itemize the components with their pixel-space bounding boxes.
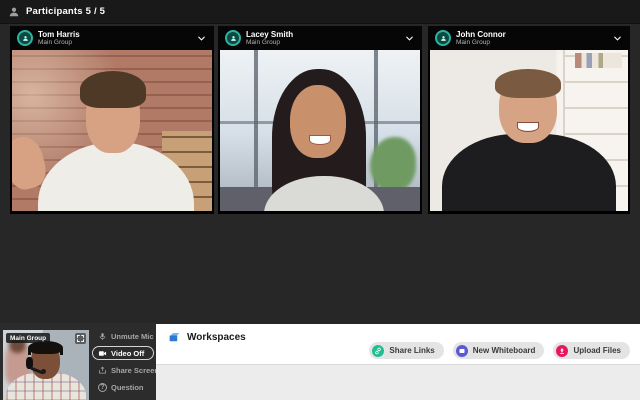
share-links-button[interactable]: Share Links: [369, 342, 443, 359]
self-panel: Main Group Unmute Mic: [0, 323, 156, 400]
unmute-mic-button[interactable]: Unmute Mic: [92, 329, 154, 343]
participant-tile-header: Tom Harris Main Group: [10, 26, 214, 50]
upload-icon: [556, 345, 568, 357]
bottom-bar: Main Group Unmute Mic: [0, 323, 640, 400]
upload-files-button[interactable]: Upload Files: [553, 342, 630, 359]
participant-video: [430, 50, 628, 211]
participants-icon: [8, 6, 20, 18]
question-icon: [98, 383, 107, 392]
mic-icon: [98, 332, 107, 341]
topbar: Participants 5 / 5: [0, 0, 640, 24]
workspaces-icon: [168, 331, 181, 344]
participant-group: Main Group: [456, 39, 506, 46]
control-label: Unmute Mic: [111, 332, 154, 341]
video-grid: Tom Harris Main Group Lacey Smith: [0, 24, 640, 323]
video-off-button[interactable]: Video Off: [92, 346, 154, 360]
participant-group: Main Group: [246, 39, 293, 46]
link-icon: [372, 345, 384, 357]
participant-video-feed: [430, 50, 628, 211]
workspaces-title: Workspaces: [168, 331, 246, 344]
control-label: Video Off: [111, 349, 144, 358]
participant-identity: John Connor Main Group: [456, 30, 506, 47]
participants-count: Participants 5 / 5: [26, 6, 105, 17]
button-label: Upload Files: [573, 346, 621, 355]
workspaces-header: Workspaces Share Links: [156, 324, 640, 365]
whiteboard-icon: [456, 345, 468, 357]
person-avatar-icon: [435, 30, 451, 46]
chevron-down-icon[interactable]: [404, 33, 415, 44]
workspaces-title-text: Workspaces: [187, 332, 246, 343]
person-avatar-icon: [225, 30, 241, 46]
participant-name: Tom Harris: [38, 30, 80, 39]
participant-tile: John Connor Main Group: [428, 26, 630, 214]
video-conference-app: Participants 5 / 5 Tom Harris Main Group: [0, 0, 640, 400]
participant-video: [12, 50, 212, 211]
button-label: New Whiteboard: [473, 346, 536, 355]
button-label: Share Links: [389, 346, 434, 355]
chevron-down-icon[interactable]: [612, 33, 623, 44]
expand-icon[interactable]: [75, 333, 86, 344]
participant-name: Lacey Smith: [246, 30, 293, 39]
participant-name: John Connor: [456, 30, 506, 39]
workspaces-panel: Workspaces Share Links: [156, 324, 640, 400]
control-label: Question: [111, 383, 144, 392]
share-icon: [98, 366, 107, 375]
new-whiteboard-button[interactable]: New Whiteboard: [453, 342, 545, 359]
workspaces-actions: Share Links New Whiteboard Upload Files: [369, 342, 630, 359]
self-view-video: Main Group: [3, 330, 89, 400]
participant-tile-header: John Connor Main Group: [428, 26, 630, 50]
control-label: Share Screen: [111, 366, 156, 375]
participant-video-feed: [220, 50, 420, 211]
self-group-label: Main Group: [6, 333, 50, 343]
participant-identity: Lacey Smith Main Group: [246, 30, 293, 47]
participant-video: [220, 50, 420, 211]
share-screen-button[interactable]: Share Screen: [92, 363, 154, 377]
participant-identity: Tom Harris Main Group: [38, 30, 80, 47]
participant-tile-header: Lacey Smith Main Group: [218, 26, 422, 50]
participant-tile: Tom Harris Main Group: [10, 26, 214, 214]
participant-video-feed: [12, 50, 212, 211]
chevron-down-icon[interactable]: [196, 33, 207, 44]
call-controls: Unmute Mic Video Off Share Screen: [92, 329, 154, 400]
video-icon: [98, 349, 107, 358]
person-avatar-icon: [17, 30, 33, 46]
participant-group: Main Group: [38, 39, 80, 46]
participant-tile: Lacey Smith Main Group: [218, 26, 422, 214]
question-button[interactable]: Question: [92, 380, 154, 394]
